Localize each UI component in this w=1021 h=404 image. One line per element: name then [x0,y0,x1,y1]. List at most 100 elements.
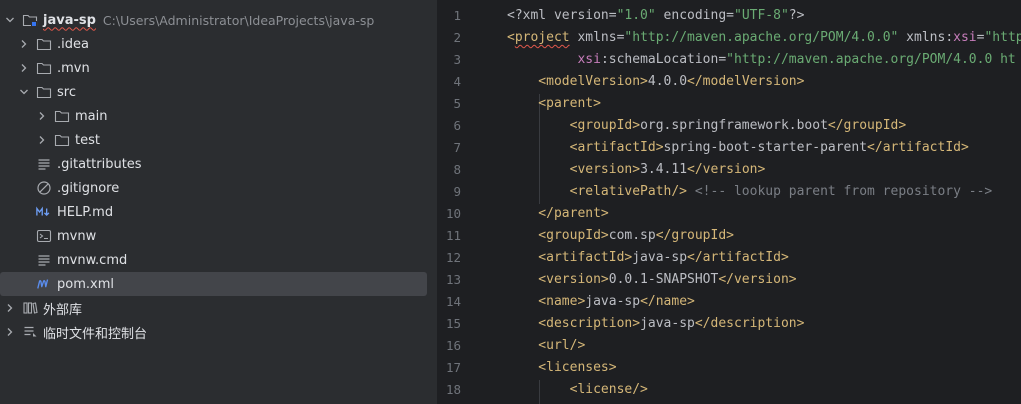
chevron-down-icon[interactable] [18,86,30,98]
tree-item-gitignore[interactable]: .gitignore [0,176,437,200]
chevron-right-icon[interactable] [4,302,16,314]
code-line[interactable]: <artifactId>spring-boot-starter-parent</… [507,137,969,159]
code-token: </groupId> [655,228,734,243]
tree-item-label: .gitattributes [57,156,142,172]
line-number: 3 [453,52,461,67]
chevron-right-icon[interactable] [4,326,16,338]
tree-item-label: .gitignore [57,180,120,196]
tree-item-main[interactable]: main [0,104,437,128]
text-file-icon [36,252,52,268]
tree-item-test[interactable]: test [0,128,437,152]
tree-item-label: src [57,84,76,100]
tree-item-src[interactable]: src [0,80,437,104]
code-line[interactable]: <?xml version="1.0" encoding="UTF-8"?> [507,5,804,27]
scratches-icon [22,324,38,340]
tree-item-label: .idea [57,36,89,52]
code-token: org.springframework.boot [640,118,828,133]
code-token: < [507,30,515,45]
code-line[interactable]: <version>3.4.11</version> [507,159,766,181]
line-number: 16 [445,338,461,353]
code-token: </version> [718,272,797,287]
line-number: 1 [453,8,461,23]
line-number: 17 [445,360,461,375]
ide-window: java-sp C:\Users\Administrator\IdeaProje… [0,0,1021,404]
code-token: <name> [507,294,586,309]
code-token: <license/> [507,382,648,397]
code-token: </description> [694,316,805,331]
line-number: 14 [445,294,461,309]
tree-item-external-libraries[interactable]: 外部库 [0,296,437,320]
project-tree: java-sp C:\Users\Administrator\IdeaProje… [0,0,437,404]
project-path: C:\Users\Administrator\IdeaProjects\java… [102,12,375,28]
tree-item-mvn[interactable]: .mvn [0,56,437,80]
code-line[interactable]: <parent> [507,93,601,115]
shell-script-icon [36,228,52,244]
code-token: java-sp [585,294,641,309]
chevron-right-icon[interactable] [36,110,48,122]
code-line[interactable]: <licenses> [507,357,617,379]
code-line[interactable]: <version>0.0.1-SNAPSHOT</version> [507,269,797,291]
markdown-icon [36,204,52,220]
code-token: xsi [953,30,977,45]
tree-item-help-md[interactable]: HELP.md [0,200,437,224]
code-token: spring-boot-starter-parent [663,140,868,155]
code-line[interactable]: <url/> [507,335,585,357]
tree-item-mvnw-cmd[interactable]: mvnw.cmd [0,248,437,272]
code-token: java-sp [632,250,688,265]
text-file-icon [36,156,52,172]
code-token: <description> [507,316,641,331]
code-token: xmlns: [898,30,954,45]
code-token: </artifactId> [687,250,789,265]
line-number: 2 [453,30,461,45]
code-token: ?> [788,8,805,23]
tree-item-label: .mvn [57,60,90,76]
code-line[interactable]: <name>java-sp</name> [507,291,695,313]
code-line[interactable]: <project xmlns="http://maven.apache.org/… [507,27,1021,49]
chevron-down-icon[interactable] [4,14,16,26]
code-token: 3.4.11 [640,162,688,177]
line-number-gutter[interactable]: 1 2 3 4 5 6 7 8 9 10 11 12 13 14 15 16 1… [439,0,497,404]
code-line[interactable]: <relativePath/> <!-- lookup parent from … [507,181,993,203]
code-token: "http [984,30,1021,45]
tree-item-scratches[interactable]: 临时文件和控制台 [0,320,437,344]
line-number: 4 [453,74,461,89]
code-line[interactable]: <description>java-sp</description> [507,313,804,335]
code-line[interactable]: <groupId>com.sp</groupId> [507,225,734,247]
chevron-right-icon[interactable] [18,62,30,74]
code-line[interactable]: <license/> [507,379,648,401]
code-token: 0.0.1-SNAPSHOT [608,272,719,287]
code-line[interactable]: xsi:schemaLocation="http://maven.apache.… [507,49,1015,71]
code-line[interactable]: </parent> [507,203,609,225]
code-token: <?xml version= [507,8,617,23]
code-token: <url/> [507,338,586,353]
chevron-right-icon[interactable] [36,134,48,146]
tree-item-pom-xml[interactable]: pom.xml [0,272,427,296]
line-number: 7 [453,140,461,155]
tree-item-label: 外部库 [43,302,83,318]
code-line[interactable]: <artifactId>java-sp</artifactId> [507,247,789,269]
code-editor[interactable]: <?xml version="1.0" encoding="UTF-8"?> <p… [497,0,1021,404]
tree-item-mvnw[interactable]: mvnw [0,224,437,248]
tree-item-gitattributes[interactable]: .gitattributes [0,152,437,176]
chevron-right-icon[interactable] [18,38,30,50]
tree-item-label: 临时文件和控制台 [43,326,148,342]
line-number: 9 [453,184,461,199]
code-token: <parent> [507,96,601,111]
code-token: <licenses> [507,360,617,375]
folder-icon [54,108,70,124]
folder-icon [36,60,52,76]
code-token: <!-- lookup parent from repository --> [687,184,993,199]
line-number: 12 [445,250,461,265]
code-line[interactable]: <groupId>org.springframework.boot</group… [507,115,907,137]
code-token: "UTF-8" [734,8,789,23]
line-number: 10 [445,206,461,221]
code-token: </parent> [507,206,609,221]
line-number: 11 [445,228,461,243]
tree-item-idea[interactable]: .idea [0,32,437,56]
project-name: java-sp [43,12,96,28]
code-token: </artifactId> [867,140,969,155]
library-icon [22,300,38,316]
tree-root[interactable]: java-sp C:\Users\Administrator\IdeaProje… [0,8,437,32]
code-line[interactable]: <modelVersion>4.0.0</modelVersion> [507,71,804,93]
